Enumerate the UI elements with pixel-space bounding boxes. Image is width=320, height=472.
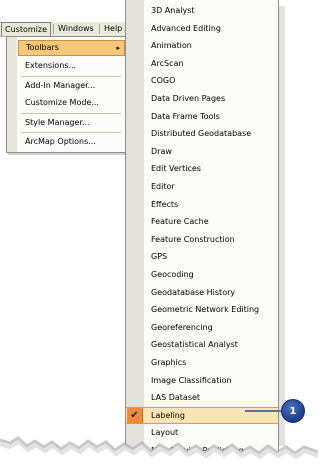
menu-item-arcmap-options[interactable]: ArcMap Options... (18, 134, 125, 150)
callout-badge: 1 (281, 399, 305, 423)
checkmark-icon: ✔ (127, 407, 143, 424)
toolbar-item-effects[interactable]: Effects (126, 196, 278, 214)
toolbar-item-label: Geometric Network Editing (151, 305, 260, 315)
menu-item-customize-mode[interactable]: Customize Mode... (18, 95, 125, 111)
toolbar-item-geometric-network-editing[interactable]: Geometric Network Editing (126, 301, 278, 319)
menu-separator (21, 113, 121, 114)
toolbar-item-label: Data Frame Tools (151, 111, 220, 121)
menu-separator (21, 76, 121, 77)
toolbars-submenu: 3D Analyst Advanced Editing Animation Ar… (125, 0, 279, 472)
toolbar-item-3d-analyst[interactable]: 3D Analyst (126, 2, 278, 20)
toolbar-item-label: Distributed Geodatabase (151, 129, 252, 139)
menu-item-add-in-manager[interactable]: Add-In Manager... (18, 78, 125, 94)
toolbar-item-animation[interactable]: Animation (126, 37, 278, 55)
menu-item-label: ArcMap Options... (25, 137, 96, 146)
toolbar-item-label: Graphics (151, 358, 187, 367)
menu-bar: Customize Windows Help (0, 22, 127, 37)
toolbar-item-label: Feature Construction (151, 234, 235, 244)
menu-help[interactable]: Help (101, 22, 125, 36)
toolbar-item-label: ArcScan (151, 58, 184, 68)
toolbar-item-label: 3D Analyst (151, 6, 195, 15)
callout-leader-line (245, 410, 283, 412)
toolbar-item-geocoding[interactable]: Geocoding (126, 266, 278, 284)
toolbar-item-label: Image Classification (151, 375, 232, 385)
menu-item-label: Add-In Manager... (25, 81, 96, 90)
toolbar-item-data-frame-tools[interactable]: Data Frame Tools (126, 108, 278, 126)
toolbar-item-label: Effects (151, 199, 179, 209)
customize-dropdown: Toolbars ▸ Extensions... Add-In Manager.… (6, 36, 128, 153)
toolbar-item-label: Geodatabase History (151, 287, 236, 297)
toolbar-item-label: GPS (151, 252, 168, 262)
toolbar-item-image-classification[interactable]: Image Classification (126, 372, 278, 390)
toolbar-item-feature-cache[interactable]: Feature Cache (126, 213, 278, 231)
menu-item-label: Style Manager... (25, 118, 90, 127)
toolbar-item-data-driven-pages[interactable]: Data Driven Pages (126, 90, 278, 108)
toolbar-item-label: Data Driven Pages (151, 94, 226, 103)
toolbar-item-label: LAS Dataset (151, 393, 201, 403)
toolbar-item-label: Feature Cache (151, 217, 209, 227)
toolbar-item-las-dataset[interactable]: LAS Dataset (126, 389, 278, 407)
menu-item-label: Customize Mode... (25, 98, 99, 107)
toolbar-item-distributed-geodatabase[interactable]: Distributed Geodatabase (126, 125, 278, 143)
toolbar-item-label: Edit Vertices (151, 164, 201, 174)
submenu-arrow-icon: ▸ (116, 44, 120, 52)
toolbar-item-cogo[interactable]: COGO (126, 72, 278, 90)
toolbar-item-label: Georeferencing (151, 322, 213, 332)
menu-item-style-manager[interactable]: Style Manager... (18, 115, 125, 131)
menu-item-extensions[interactable]: Extensions... (18, 58, 125, 74)
toolbar-item-geodatabase-history[interactable]: Geodatabase History (126, 284, 278, 302)
menu-separator (53, 24, 54, 34)
toolbar-item-gps[interactable]: GPS (126, 248, 278, 266)
toolbar-item-label: Geostatistical Analyst (151, 340, 238, 350)
toolbar-item-draw[interactable]: Draw (126, 143, 278, 161)
menu-customize[interactable]: Customize (1, 22, 51, 36)
toolbar-item-feature-construction[interactable]: Feature Construction (126, 231, 278, 249)
menu-item-toolbars[interactable]: Toolbars ▸ (18, 40, 125, 56)
toolbar-item-georeferencing[interactable]: Georeferencing (126, 319, 278, 337)
menu-item-label: Toolbars (26, 43, 59, 52)
toolbar-item-map-service-publishing[interactable]: Map Service Publishing (126, 442, 278, 460)
toolbar-item-advanced-editing[interactable]: Advanced Editing (126, 20, 278, 38)
toolbar-item-edit-vertices[interactable]: Edit Vertices (126, 160, 278, 178)
toolbar-item-editor[interactable]: Editor (126, 178, 278, 196)
menu-separator (21, 132, 121, 133)
toolbar-item-label: Editor (151, 182, 175, 191)
menu-separator (99, 24, 100, 34)
menu-icon-strip (7, 37, 17, 152)
toolbar-item-label: Map Service Publishing (151, 446, 244, 455)
toolbar-item-label: Layout (151, 428, 179, 438)
toolbar-item-label: Labeling (151, 410, 185, 420)
toolbar-item-arcscan[interactable]: ArcScan (126, 55, 278, 73)
toolbar-item-layout[interactable]: Layout (126, 424, 278, 442)
toolbar-item-label: COGO (151, 76, 176, 86)
menu-windows[interactable]: Windows (55, 22, 97, 36)
toolbar-item-geostatistical-analyst[interactable]: Geostatistical Analyst (126, 336, 278, 354)
menu-item-label: Extensions... (25, 61, 77, 70)
toolbar-item-label: Advanced Editing (151, 23, 221, 33)
toolbar-item-label: Geocoding (151, 270, 194, 279)
toolbar-item-label: Animation (151, 41, 192, 51)
toolbar-item-graphics[interactable]: Graphics (126, 354, 278, 372)
toolbar-item-label: Draw (151, 146, 172, 156)
